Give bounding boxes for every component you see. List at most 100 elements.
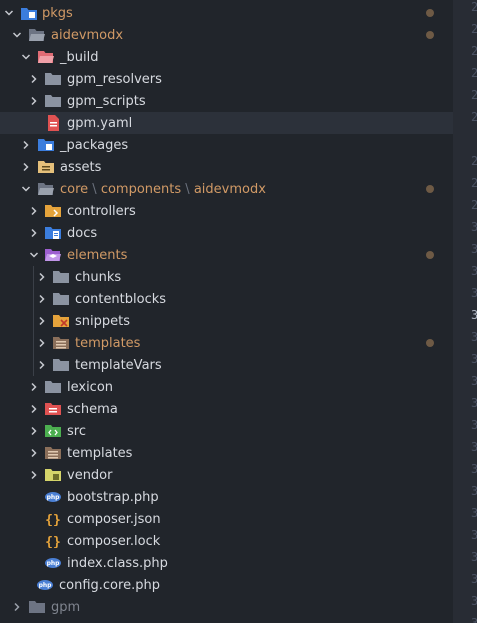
line-number: 2 bbox=[471, 0, 477, 14]
json-file-icon: {} bbox=[45, 512, 61, 526]
svg-text:{}: {} bbox=[45, 535, 61, 548]
line-number: 3 bbox=[471, 374, 477, 388]
tree-label: elements bbox=[67, 247, 128, 263]
line-number: 3 bbox=[471, 572, 477, 586]
tree-label: config.core.php bbox=[59, 577, 160, 593]
php-file-icon: php bbox=[45, 556, 61, 570]
editor-line-gutter: 2 2 2 2 2 2 2 2 2 3 3 3 3 3 3 3 3 3 3 3 3 3 3 3 3 3 3 3 bbox=[453, 0, 477, 623]
tree-item-config-core-php[interactable]: php config.core.php bbox=[0, 574, 453, 596]
path-separator: \ bbox=[181, 181, 194, 197]
svg-text:{}: {} bbox=[45, 513, 61, 526]
tree-item-snippets[interactable]: snippets bbox=[0, 310, 453, 332]
tree-item-composer-lock[interactable]: {} composer.lock bbox=[0, 530, 453, 552]
line-number: 2 bbox=[471, 22, 477, 36]
templates-folder-icon bbox=[45, 446, 61, 460]
line-number: 3 bbox=[471, 550, 477, 564]
yaml-file-icon bbox=[45, 115, 61, 131]
tree-item-elements[interactable]: elements bbox=[0, 244, 453, 266]
tree-item-templatevars[interactable]: templateVars bbox=[0, 354, 453, 376]
folder-icon bbox=[45, 72, 61, 86]
line-number bbox=[471, 128, 477, 150]
tree-item-packages[interactable]: _packages bbox=[0, 134, 453, 156]
tree-label: gpm bbox=[51, 599, 81, 615]
line-number: 3 bbox=[471, 462, 477, 476]
chevron-right-icon bbox=[37, 272, 47, 282]
tree-item-gpm-yaml[interactable]: gpm.yaml bbox=[0, 112, 453, 134]
chevron-right-icon bbox=[29, 228, 39, 238]
tree-item-aidevmodx[interactable]: aidevmodx bbox=[0, 24, 453, 46]
tree-item-build[interactable]: _build bbox=[0, 46, 453, 68]
tree-item-lexicon[interactable]: lexicon bbox=[0, 376, 453, 398]
chevron-right-icon bbox=[37, 338, 47, 348]
tree-label: gpm_scripts bbox=[67, 93, 146, 109]
package-folder-icon bbox=[38, 138, 54, 152]
path-segment: components bbox=[100, 181, 182, 197]
modified-dot bbox=[426, 339, 434, 347]
folder-icon bbox=[45, 94, 61, 108]
tree-item-contentblocks[interactable]: contentblocks bbox=[0, 288, 453, 310]
folder-icon bbox=[53, 358, 69, 372]
lock-file-icon: {} bbox=[45, 534, 61, 548]
tree-item-chunks[interactable]: chunks bbox=[0, 266, 453, 288]
line-number: 3 bbox=[471, 594, 477, 608]
tree-item-gpm-scripts[interactable]: gpm_scripts bbox=[0, 90, 453, 112]
controllers-folder-icon bbox=[45, 204, 61, 218]
tree-item-src[interactable]: src bbox=[0, 420, 453, 442]
tree-item-vendor[interactable]: vendor bbox=[0, 464, 453, 486]
tree-label: gpm_resolvers bbox=[67, 71, 162, 87]
tree-label: docs bbox=[67, 225, 98, 241]
tree-label: contentblocks bbox=[75, 291, 167, 307]
line-number: 2 bbox=[471, 110, 477, 124]
folder-icon bbox=[45, 380, 61, 394]
tree-item-pkgs[interactable]: pkgs bbox=[0, 2, 453, 24]
file-tree: pkgs aidevmodx _build gpm_resolvers gpm_… bbox=[0, 0, 453, 623]
tree-item-gpm[interactable]: gpm bbox=[0, 596, 453, 618]
folder-icon bbox=[29, 600, 45, 614]
modified-dot bbox=[426, 251, 434, 259]
tree-item-templates-elements[interactable]: templates bbox=[0, 332, 453, 354]
folder-icon bbox=[53, 292, 69, 306]
line-number: 3 bbox=[471, 286, 477, 300]
tree-item-schema[interactable]: schema bbox=[0, 398, 453, 420]
elements-folder-icon bbox=[45, 248, 61, 262]
tree-item-docs[interactable]: docs bbox=[0, 222, 453, 244]
chevron-right-icon bbox=[29, 74, 39, 84]
tree-label: gpm.yaml bbox=[67, 115, 133, 131]
tree-label: lexicon bbox=[67, 379, 114, 395]
chevron-down-icon bbox=[12, 30, 22, 40]
line-number: 2 bbox=[471, 88, 477, 102]
src-folder-icon bbox=[45, 424, 61, 438]
chevron-right-icon bbox=[29, 382, 39, 392]
tree-item-bootstrap-php[interactable]: php bootstrap.php bbox=[0, 486, 453, 508]
folder-open-icon bbox=[29, 28, 45, 42]
tree-item-gpm-resolvers[interactable]: gpm_resolvers bbox=[0, 68, 453, 90]
tree-label: snippets bbox=[75, 313, 130, 329]
chevron-right-icon bbox=[29, 470, 39, 480]
tree-item-composer-json[interactable]: {} composer.json bbox=[0, 508, 453, 530]
tree-label: templateVars bbox=[75, 357, 162, 373]
tree-label: src bbox=[67, 423, 86, 439]
package-folder-icon bbox=[21, 6, 37, 20]
tree-label: vendor bbox=[67, 467, 113, 483]
chevron-right-icon bbox=[21, 140, 31, 150]
tree-label: composer.json bbox=[67, 511, 161, 527]
chevron-down-icon bbox=[21, 184, 31, 194]
docs-folder-icon bbox=[45, 226, 61, 240]
tree-label: composer.lock bbox=[67, 533, 161, 549]
tree-label: assets bbox=[60, 159, 102, 175]
chevron-down-icon bbox=[29, 250, 39, 260]
tree-item-core-path[interactable]: core \ components \ aidevmodx bbox=[0, 178, 453, 200]
assets-folder-icon bbox=[38, 160, 54, 174]
tree-item-index-class-php[interactable]: php index.class.php bbox=[0, 552, 453, 574]
tree-item-controllers[interactable]: controllers bbox=[0, 200, 453, 222]
chevron-right-icon bbox=[21, 162, 31, 172]
chevron-right-icon bbox=[37, 294, 47, 304]
path-separator: \ bbox=[88, 181, 101, 197]
tree-item-templates[interactable]: templates bbox=[0, 442, 453, 464]
line-number: 2 bbox=[471, 154, 477, 168]
tree-item-assets[interactable]: assets bbox=[0, 156, 453, 178]
snippets-folder-icon bbox=[53, 314, 69, 328]
tree-label: index.class.php bbox=[67, 555, 168, 571]
tree-label: templates bbox=[75, 335, 141, 351]
tree-label: _build bbox=[60, 49, 99, 65]
